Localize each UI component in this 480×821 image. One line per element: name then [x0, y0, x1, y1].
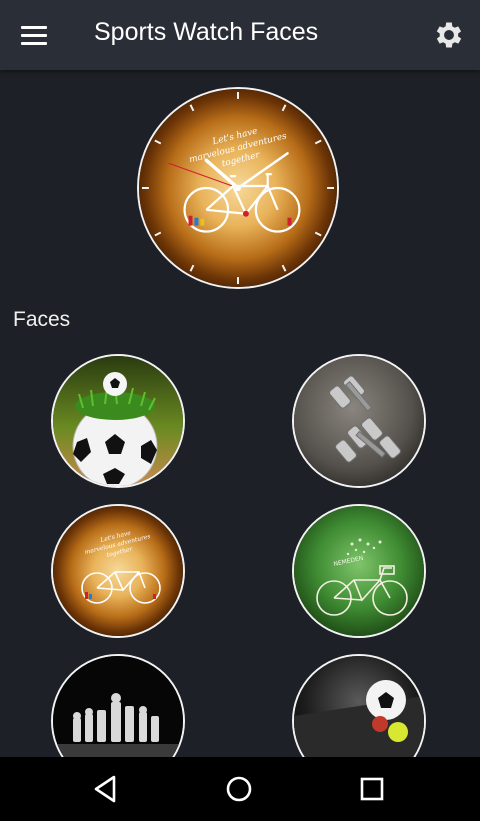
recents-square-icon[interactable] [354, 771, 390, 807]
face-green-bicycle[interactable]: NEMEDEN [292, 504, 426, 638]
face-bicycle-adventure[interactable]: Let's have marvelous adventures together [51, 504, 185, 638]
bicycle-small-face-image: Let's have marvelous adventures together [53, 506, 183, 636]
back-triangle-icon[interactable] [87, 771, 123, 807]
content-area: Let's have marvelous adventures together [0, 70, 480, 757]
chess-face-image [53, 656, 183, 757]
app-bar: Sports Watch Faces [0, 0, 480, 70]
face-dumbbells[interactable] [292, 354, 426, 488]
app-title: Sports Watch Faces [94, 18, 319, 46]
face-sports-balls[interactable] [292, 654, 426, 757]
system-nav-bar [0, 757, 480, 821]
home-circle-icon[interactable] [221, 771, 257, 807]
faces-section-label: Faces [13, 308, 71, 331]
sports-balls-face-image [294, 656, 424, 757]
face-chess-pieces[interactable] [51, 654, 185, 757]
bicycle-face-image: Let's have marvelous adventures together [139, 89, 337, 287]
watch-face-preview[interactable]: Let's have marvelous adventures together [137, 87, 339, 289]
dumbbells-face-image [294, 356, 424, 486]
hamburger-menu-icon[interactable] [14, 16, 54, 54]
gear-icon[interactable] [432, 18, 466, 52]
soccer-ball-face-image [53, 356, 183, 486]
face-soccer-ball-grass[interactable] [51, 354, 185, 488]
green-bicycle-face-image: NEMEDEN [294, 506, 424, 636]
